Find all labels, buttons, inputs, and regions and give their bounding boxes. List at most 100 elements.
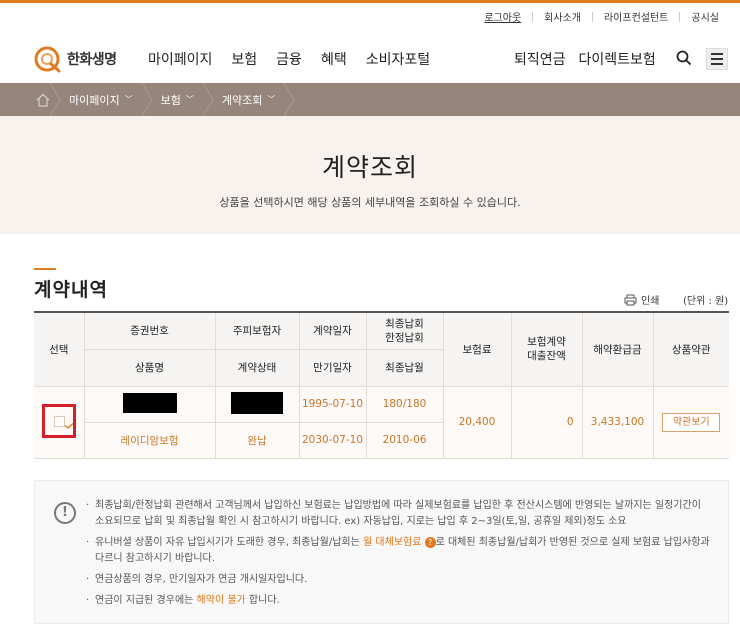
last-month-cell: 2010-06 [365,421,444,459]
chevron-down-icon: ﹀ [185,95,194,104]
col-loan-balance: 보험계약 대출잔액 [510,311,583,387]
table-header-row: 선택 증권번호 주피보험자 계약일자 최종납회 한정납회 보험료 보험계약 대출잔액… [34,311,729,387]
breadcrumb-separator [283,83,295,116]
notice-text: 합니다. [245,595,280,606]
breadcrumb-item-insurance[interactable]: 보험 ﹀ [157,83,218,116]
col-contract-date: 계약일자 [298,311,367,350]
monthly-premium-link[interactable]: 월 대체보험료 [363,537,421,548]
view-terms-button[interactable]: 약관보기 [662,412,721,432]
breadcrumb-separator [202,83,214,116]
col-refund: 해약환급금 [581,311,654,387]
page-description: 상품을 선택하시면 해당 상품의 세부내역을 조회하실 수 있습니다. [219,196,521,209]
notice-emphasis: 해약이 불가 [196,595,246,606]
col-premium: 보험료 [442,311,512,387]
consultant-link[interactable]: 라이프컨설턴트 [593,9,679,24]
contract-table: 선택 증권번호 주피보험자 계약일자 최종납회 한정납회 보험료 보험계약 대출잔액… [34,311,729,459]
top-accent-line [0,0,740,3]
col-last-paid-line2: 한정납회 [385,331,424,344]
col-terms: 상품약관 [652,311,729,387]
nav-direct[interactable]: 다이렉트보험 [579,49,656,69]
product-cell[interactable]: 레이디암보험 [83,421,216,459]
notice-text: 연금이 지급된 경우에는 [95,595,197,606]
select-checkbox[interactable] [41,403,76,438]
col-insured: 주피보험자 [214,311,300,350]
loan-balance-cell: 0 [510,385,583,459]
disclosure-link[interactable]: 공시실 [680,9,730,24]
info-icon: ! [54,502,76,524]
nav-finance[interactable]: 금융 [276,49,302,69]
logo-text: 한화생명 [67,52,117,68]
breadcrumb-separator [141,83,153,116]
paid-count-cell: 180/180 [365,385,444,423]
col-last-month: 최종납월 [365,348,444,387]
breadcrumb-item-mypage[interactable]: 마이페이지 ﹀ [65,83,157,116]
nav-insurance[interactable]: 보험 [231,49,257,69]
breadcrumb-separator [49,83,61,116]
redacted-policy-no [122,392,177,413]
breadcrumb: 마이페이지 ﹀ 보험 ﹀ 계약조회 ﹀ [0,83,740,116]
help-icon[interactable]: ? [424,537,436,548]
contract-date-cell: 1995-07-10 [298,385,367,423]
main-nav: 마이페이지 보험 금융 혜택 소비자포털 [148,49,449,69]
breadcrumb-home[interactable] [0,83,65,116]
chevron-down-icon: ﹀ [124,95,133,104]
chevron-down-icon: ﹀ [267,95,276,104]
hamburger-line [711,58,723,60]
col-loan-line2: 대출잔액 [527,350,566,363]
table-row[interactable]: 1995-07-10 180/180 20,400 0 3,433,100 약관… [34,385,729,459]
insured-cell [214,385,300,423]
breadcrumb-label: 계약조회 [221,93,263,107]
premium-cell: 20,400 [442,385,512,459]
logo[interactable]: 한화생명 [33,44,117,74]
utility-links: 로그아웃 회사소개 라이프컨설턴트 공시실 [473,9,730,24]
secondary-nav: 퇴직연금 다이렉트보험 [514,49,669,69]
notice-list: 최종납회/한정납회 관련해서 고객님께서 납입하신 보험료는 납입방법에 따라 … [86,498,711,614]
hamburger-line [711,53,723,55]
col-loan-line1: 보험계약 [527,336,566,349]
section-title: 계약내역 [34,279,108,301]
nav-mypage[interactable]: 마이페이지 [148,49,212,69]
terms-cell: 약관보기 [652,385,729,459]
search-icon[interactable] [676,50,692,66]
refund-cell: 3,433,100 [581,385,654,459]
col-maturity: 만기일자 [298,348,367,387]
notice-text: 유니버셜 상품이 자유 납입시기가 도래한 경우, 최종납월/납회는 [95,537,363,548]
page-hero: 계약조회 상품을 선택하시면 해당 상품의 세부내역을 조회하실 수 있습니다. [0,116,740,234]
nav-consumer-portal[interactable]: 소비자포털 [366,49,430,69]
logo-icon [34,46,61,73]
company-link[interactable]: 회사소개 [533,9,592,24]
checkbox-box [53,415,74,429]
maturity-cell: 2030-07-10 [298,421,367,459]
menu-button[interactable] [706,48,728,70]
col-last-paid-line1: 최종납회 [385,317,424,330]
section-accent-bar [34,268,56,270]
logout-link[interactable]: 로그아웃 [473,9,532,24]
print-label: 인쇄 [641,296,660,307]
policy-no-cell [83,385,216,423]
col-last-paid: 최종납회 한정납회 [365,311,444,350]
notice-item: 유니버셜 상품이 자유 납입시기가 도래한 경우, 최종납월/납회는 월 대체보… [86,535,711,567]
header: 한화생명 마이페이지 보험 금융 혜택 소비자포털 퇴직연금 다이렉트보험 [0,34,740,82]
col-product: 상품명 [83,348,216,387]
col-status: 계약상태 [214,348,300,387]
hamburger-line [711,63,723,65]
nav-benefits[interactable]: 혜택 [321,49,347,69]
notice-item: 연금이 지급된 경우에는 해약이 불가 합니다. [86,593,711,609]
col-select: 선택 [34,311,85,387]
print-icon [624,294,637,305]
notice-item: 연금상품의 경우, 만기일자가 연금 개시일자입니다. [86,572,711,588]
status-cell: 완납 [214,421,300,459]
nav-pension[interactable]: 퇴직연금 [514,49,566,69]
select-cell [34,385,85,459]
page-title: 계약조회 [321,153,418,182]
breadcrumb-label: 보험 [160,93,181,107]
breadcrumb-item-contract[interactable]: 계약조회 ﹀ [218,83,299,116]
unit-label: (단위 : 원) [683,296,729,307]
redacted-insured-name [231,391,283,414]
notice-box: ! 최종납회/한정납회 관련해서 고객님께서 납입하신 보험료는 납입방법에 따… [34,480,729,624]
check-icon [64,422,74,429]
breadcrumb-label: 마이페이지 [69,93,120,107]
print-button[interactable]: 인쇄 [624,292,659,307]
notice-item: 최종납회/한정납회 관련해서 고객님께서 납입하신 보험료는 납입방법에 따라 … [86,498,711,530]
col-policy-no: 증권번호 [83,311,216,350]
